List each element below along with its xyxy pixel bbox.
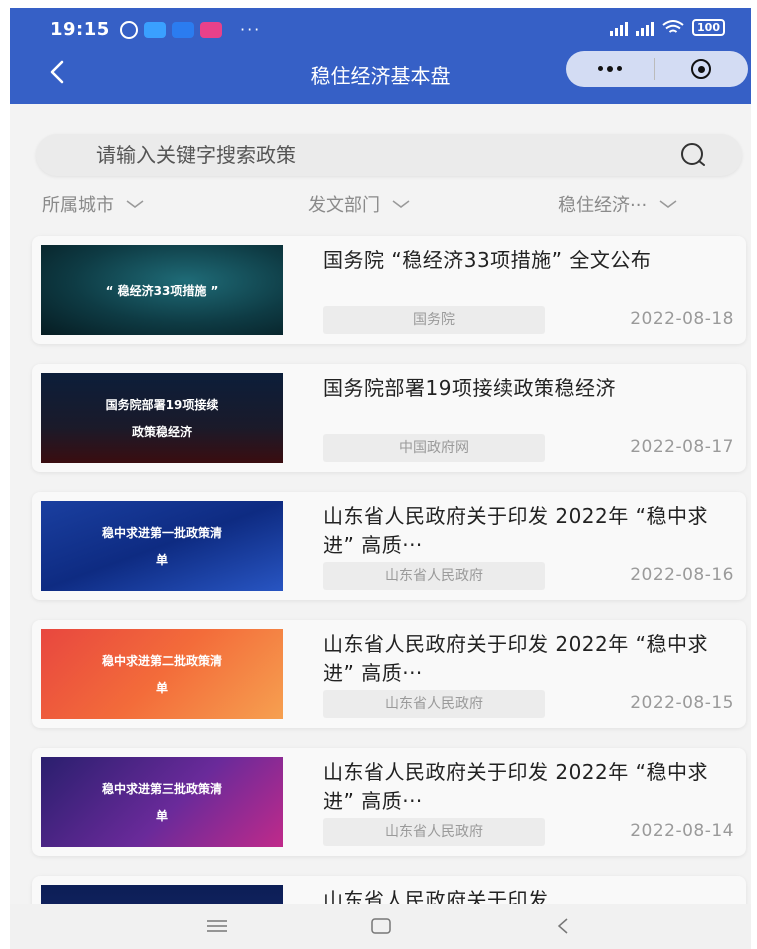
filter-bar: 所属城市 发文部门 稳住经济··· bbox=[10, 191, 751, 221]
publish-date: 2022-08-16 bbox=[630, 565, 734, 585]
thumbnail-text: 单 bbox=[155, 553, 168, 567]
filter-label: 所属城市 bbox=[42, 195, 114, 216]
menu-icon bbox=[207, 920, 227, 932]
policy-thumbnail: 稳中求进第三批政策清 单 bbox=[41, 757, 283, 847]
thumbnail-text: 单 bbox=[155, 681, 168, 695]
chevron-down-icon bbox=[392, 200, 410, 208]
menu-nav-button[interactable] bbox=[202, 914, 232, 938]
chevron-down-icon bbox=[659, 200, 677, 208]
policy-title: 国务院 “稳经济33项措施” 全文公布 bbox=[323, 248, 652, 272]
source-badge: 中国政府网 bbox=[323, 434, 545, 462]
thumbnail-text: 稳中求进第二批政策清 bbox=[101, 654, 222, 668]
source-badge: 山东省人民政府 bbox=[323, 562, 545, 590]
policy-title: 山东省人民政府关于印发 2022年 “稳中求进” 高质··· bbox=[323, 760, 708, 813]
more-notifications: ··· bbox=[240, 20, 262, 39]
thumbnail-text: “ 稳经济33项措施 ” bbox=[105, 283, 219, 298]
thumbnail-text: 政策稳经济 bbox=[131, 425, 192, 439]
thumbnail-text: 国务院部署19项接续 bbox=[105, 398, 219, 412]
policy-card[interactable]: 稳中求进第一批政策清 单 山东省人民政府关于印发 2022年 “稳中求进” 高质… bbox=[32, 492, 746, 600]
alarm-icon bbox=[120, 20, 138, 39]
home-nav-button[interactable] bbox=[366, 914, 396, 938]
search-bar bbox=[36, 134, 742, 176]
app-notification-icon bbox=[144, 21, 166, 38]
policy-thumbnail: “ 稳经济33项措施 ” bbox=[41, 245, 283, 335]
chevron-down-icon bbox=[126, 200, 144, 208]
policy-card[interactable]: 国务院部署19项接续 政策稳经济 国务院部署19项接续政策稳经济 中国政府网 2… bbox=[32, 364, 746, 472]
header-bar: 19:15 ··· 100 稳住经济基本盘 bbox=[10, 8, 751, 104]
thumbnail-text: 稳中求进第三批政策清 bbox=[101, 782, 222, 796]
policy-card[interactable]: 稳中求进第三批政策清 单 山东省人民政府关于印发 2022年 “稳中求进” 高质… bbox=[32, 748, 746, 856]
search-icon[interactable] bbox=[680, 142, 706, 168]
filter-city-dropdown[interactable]: 所属城市 bbox=[42, 191, 144, 217]
policy-thumbnail: 国务院部署19项接续 政策稳经济 bbox=[41, 373, 283, 463]
filter-department-dropdown[interactable]: 发文部门 bbox=[308, 191, 410, 217]
phone-screen: 19:15 ··· 100 稳住经济基本盘 请输入关键字搜索政策 所属城市 发文… bbox=[10, 8, 751, 949]
system-navigation-bar bbox=[10, 904, 751, 949]
wifi-icon bbox=[662, 19, 684, 33]
close-miniprogram-button[interactable] bbox=[655, 59, 747, 79]
thumbnail-text: 稳中求进第一批政策清 bbox=[101, 526, 222, 540]
filter-label: 稳住经济··· bbox=[558, 195, 648, 216]
filter-label: 发文部门 bbox=[308, 195, 380, 216]
more-options-button[interactable] bbox=[566, 66, 654, 72]
publish-date: 2022-08-18 bbox=[630, 309, 734, 329]
status-bar: 19:15 ··· 100 bbox=[10, 8, 751, 48]
source-badge: 山东省人民政府 bbox=[323, 818, 545, 846]
publish-date: 2022-08-15 bbox=[630, 693, 734, 713]
status-right: 100 bbox=[610, 19, 725, 36]
policy-title: 国务院部署19项接续政策稳经济 bbox=[323, 376, 616, 400]
battery-indicator: 100 bbox=[692, 19, 725, 36]
home-square-icon bbox=[371, 918, 391, 934]
policy-card[interactable]: “ 稳经济33项措施 ” 国务院 “稳经济33项措施” 全文公布 国务院 202… bbox=[32, 236, 746, 344]
source-badge: 山东省人民政府 bbox=[323, 690, 545, 718]
filter-topic-dropdown[interactable]: 稳住经济··· bbox=[558, 191, 677, 217]
thumbnail-text: 单 bbox=[155, 809, 168, 823]
signal-1-icon bbox=[610, 20, 629, 36]
search-input[interactable] bbox=[96, 134, 656, 176]
policy-title: 山东省人民政府关于印发 2022年 “稳中求进” 高质··· bbox=[323, 504, 708, 557]
publish-date: 2022-08-14 bbox=[630, 821, 734, 841]
policy-thumbnail: 稳中求进第一批政策清 单 bbox=[41, 501, 283, 591]
source-badge: 国务院 bbox=[323, 306, 545, 334]
policy-card[interactable]: 稳中求进第二批政策清 单 山东省人民政府关于印发 2022年 “稳中求进” 高质… bbox=[32, 620, 746, 728]
target-icon bbox=[691, 59, 711, 79]
publish-date: 2022-08-17 bbox=[630, 437, 734, 457]
back-nav-button[interactable] bbox=[548, 914, 578, 938]
status-time: 19:15 bbox=[50, 19, 110, 40]
signal-2-icon bbox=[636, 20, 655, 36]
message-notification-icon bbox=[200, 21, 222, 38]
miniprogram-capsule bbox=[566, 51, 748, 87]
cloud-notification-icon bbox=[172, 21, 194, 38]
policy-thumbnail: 稳中求进第二批政策清 单 bbox=[41, 629, 283, 719]
notification-icons: ··· bbox=[120, 20, 261, 39]
policy-title: 山东省人民政府关于印发 2022年 “稳中求进” 高质··· bbox=[323, 632, 708, 685]
back-triangle-icon bbox=[557, 918, 568, 934]
